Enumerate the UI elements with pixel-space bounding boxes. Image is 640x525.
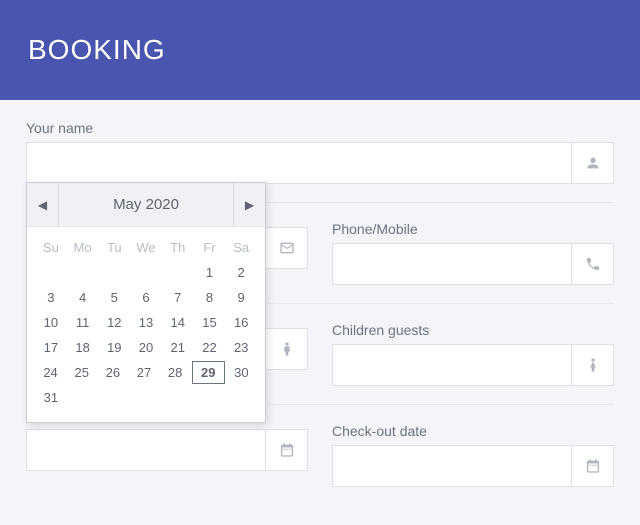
name-input[interactable] [27, 143, 571, 183]
day-cell[interactable]: 25 [66, 360, 97, 385]
day-cell[interactable]: 9 [225, 285, 257, 310]
children-label: Children guests [332, 322, 614, 338]
day-cell[interactable]: 15 [194, 310, 226, 335]
prev-month-button[interactable]: ◀ [27, 183, 59, 226]
datepicker-title[interactable]: May 2020 [59, 183, 233, 226]
day-cell[interactable]: 22 [194, 335, 226, 360]
day-cell[interactable]: 7 [162, 285, 194, 310]
day-cell[interactable]: 21 [162, 335, 194, 360]
day-cell[interactable]: 19 [98, 335, 130, 360]
weekday-label: Th [162, 235, 194, 260]
day-cell[interactable]: 23 [225, 335, 257, 360]
day-cell[interactable]: 20 [130, 335, 162, 360]
day-cell[interactable]: 18 [67, 335, 99, 360]
envelope-icon [265, 228, 307, 268]
day-cell[interactable]: 5 [98, 285, 130, 310]
day-cell [98, 385, 130, 410]
day-cell[interactable]: 27 [128, 360, 159, 385]
day-cell[interactable]: 3 [35, 285, 67, 310]
page-header: BOOKING [0, 0, 640, 100]
children-field [332, 344, 614, 386]
checkout-field [332, 445, 614, 487]
calendar-icon [571, 446, 613, 486]
page-title: BOOKING [28, 34, 612, 66]
male-icon [265, 329, 307, 369]
day-cell[interactable]: 17 [35, 335, 67, 360]
day-cell[interactable]: 31 [35, 385, 67, 410]
day-cell [162, 260, 194, 285]
day-cell[interactable]: 2 [225, 260, 257, 285]
day-cell[interactable]: 4 [67, 285, 99, 310]
person-icon [571, 143, 613, 183]
checkout-input[interactable] [333, 446, 571, 486]
day-cell[interactable]: 16 [225, 310, 257, 335]
name-field [26, 142, 614, 184]
calendar-icon [265, 430, 307, 470]
children-input[interactable] [333, 345, 571, 385]
phone-field [332, 243, 614, 285]
day-cell [98, 260, 130, 285]
datepicker-header: ◀ May 2020 ▶ [27, 183, 265, 227]
day-cell[interactable]: 26 [97, 360, 128, 385]
day-cell[interactable]: 8 [194, 285, 226, 310]
day-cell [225, 385, 257, 410]
day-cell[interactable]: 28 [160, 360, 191, 385]
day-cell[interactable]: 10 [35, 310, 67, 335]
day-cell[interactable]: 24 [35, 360, 66, 385]
weekday-label: Sa [225, 235, 257, 260]
name-label: Your name [26, 120, 614, 136]
day-cell [130, 385, 162, 410]
weekday-label: Su [35, 235, 67, 260]
phone-icon [571, 244, 613, 284]
day-cell[interactable]: 13 [130, 310, 162, 335]
checkin-field [26, 429, 308, 471]
phone-input[interactable] [333, 244, 571, 284]
day-cell[interactable]: 12 [98, 310, 130, 335]
day-cell [67, 385, 99, 410]
day-cell[interactable]: 11 [67, 310, 99, 335]
checkout-label: Check-out date [332, 423, 614, 439]
datepicker-popup: ◀ May 2020 ▶ SuMoTuWeThFrSa 123456789101… [26, 182, 266, 423]
datepicker-grid: SuMoTuWeThFrSa 1234567891011121314151617… [27, 227, 265, 422]
day-cell [35, 260, 67, 285]
day-cell [67, 260, 99, 285]
checkin-input[interactable] [27, 430, 265, 470]
day-cell[interactable]: 6 [130, 285, 162, 310]
day-cell[interactable]: 14 [162, 310, 194, 335]
day-cell [162, 385, 194, 410]
next-month-button[interactable]: ▶ [233, 183, 265, 226]
female-icon [571, 345, 613, 385]
day-cell [194, 385, 226, 410]
weekday-label: We [130, 235, 162, 260]
weekday-label: Mo [67, 235, 99, 260]
day-cell[interactable]: 29 [192, 361, 225, 384]
weekday-label: Tu [98, 235, 130, 260]
day-cell [130, 260, 162, 285]
day-cell[interactable]: 1 [194, 260, 226, 285]
weekday-label: Fr [194, 235, 226, 260]
day-cell[interactable]: 30 [226, 360, 257, 385]
phone-label: Phone/Mobile [332, 221, 614, 237]
